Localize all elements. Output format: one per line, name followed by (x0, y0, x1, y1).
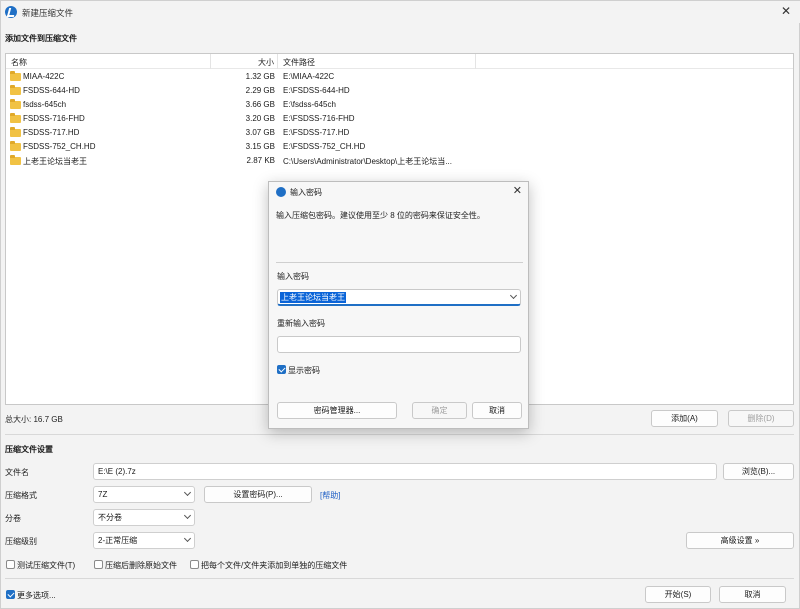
column-path[interactable]: 文件路径 (283, 57, 315, 68)
level-select[interactable]: 2-正常压缩 (93, 532, 195, 549)
reenter-password-input[interactable] (277, 336, 521, 353)
folder-icon (10, 85, 21, 95)
volume-select[interactable]: 不分卷 (93, 509, 195, 526)
chevron-down-icon (183, 534, 192, 543)
level-value: 2-正常压缩 (98, 536, 138, 545)
format-label: 压缩格式 (5, 491, 37, 500)
app-logo-icon (276, 187, 286, 197)
volume-label: 分卷 (5, 514, 21, 523)
title-bar: 新建压缩文件 ✕ (1, 1, 800, 23)
file-path: C:\Users\Administrator\Desktop\上老王论坛当... (283, 157, 452, 166)
folder-icon (10, 71, 21, 81)
file-size: 2.29 GB (245, 86, 275, 95)
show-password-checkbox[interactable] (277, 365, 286, 374)
file-size: 3.07 GB (245, 128, 275, 137)
reenter-password-label: 重新输入密码 (277, 319, 325, 328)
file-path: E:\fsdss-645ch (283, 100, 336, 109)
file-list-header: 名称 大小 文件路径 (6, 54, 793, 69)
more-options-label: 更多选项... (17, 591, 56, 600)
file-size: 2.87 KB (246, 156, 275, 165)
file-row[interactable]: fsdss-645ch 3.66 GB E:\fsdss-645ch (6, 98, 793, 112)
password-value: 上老王论坛当老王 (280, 292, 346, 303)
file-row[interactable]: FSDSS-717.HD 3.07 GB E:\FSDSS-717.HD (6, 126, 793, 140)
filename-input[interactable]: E:\E (2).7z (93, 463, 717, 480)
file-name: FSDSS-717.HD (23, 128, 80, 137)
column-divider[interactable] (277, 54, 278, 69)
show-password-label: 显示密码 (288, 366, 320, 375)
column-divider[interactable] (475, 54, 476, 69)
folder-icon (10, 113, 21, 123)
file-name: 上老王论坛当老王 (23, 157, 87, 166)
file-path: E:\FSDSS-752_CH.HD (283, 142, 366, 151)
file-row[interactable]: MIAA-422C 1.32 GB E:\MIAA-422C (6, 70, 793, 84)
folder-icon (10, 141, 21, 151)
file-name: FSDSS-716-FHD (23, 114, 85, 123)
close-icon[interactable]: ✕ (781, 4, 791, 18)
column-size[interactable]: 大小 (258, 57, 274, 68)
column-name[interactable]: 名称 (11, 57, 27, 68)
dialog-title: 输入密码 (290, 188, 322, 197)
format-select[interactable]: 7Z (93, 486, 195, 503)
more-options-checkbox[interactable] (6, 590, 15, 599)
add-button[interactable]: 添加(A) (651, 410, 718, 427)
file-size: 1.32 GB (245, 72, 275, 81)
set-password-button[interactable]: 设置密码(P)... (204, 486, 312, 503)
filename-label: 文件名 (5, 468, 29, 477)
remove-button[interactable]: 删除(D) (728, 410, 794, 427)
chevron-down-icon (183, 488, 192, 497)
cancel-button[interactable]: 取消 (719, 586, 786, 603)
ok-button[interactable]: 确定 (412, 402, 467, 419)
delete-after-checkbox[interactable] (94, 560, 103, 569)
separate-archives-label: 把每个文件/文件夹添加到单独的压缩文件 (201, 561, 348, 570)
column-divider[interactable] (210, 54, 211, 69)
folder-icon (10, 127, 21, 137)
password-combobox[interactable]: 上老王论坛当老王 (277, 289, 521, 306)
window-title: 新建压缩文件 (22, 8, 74, 18)
test-archive-label: 测试压缩文件(T) (17, 561, 76, 570)
volume-value: 不分卷 (98, 513, 122, 522)
dialog-cancel-button[interactable]: 取消 (472, 402, 522, 419)
file-size: 3.66 GB (245, 100, 275, 109)
start-button[interactable]: 开始(S) (645, 586, 711, 603)
file-name: MIAA-422C (23, 72, 65, 81)
chevron-down-icon[interactable] (509, 291, 518, 300)
app-logo-icon (5, 6, 17, 18)
dialog-description: 输入压缩包密码。建议使用至少 8 位的密码来保证安全性。 (276, 211, 485, 220)
file-row[interactable]: FSDSS-716-FHD 3.20 GB E:\FSDSS-716-FHD (6, 112, 793, 126)
files-section-label: 添加文件到压缩文件 (5, 34, 77, 43)
advanced-settings-button[interactable]: 高级设置 » (686, 532, 794, 549)
delete-after-label: 压缩后删除原始文件 (105, 561, 177, 570)
file-row[interactable]: FSDSS-644-HD 2.29 GB E:\FSDSS-644-HD (6, 84, 793, 98)
test-archive-checkbox[interactable] (6, 560, 15, 569)
folder-icon (10, 99, 21, 109)
password-label: 输入密码 (277, 272, 309, 281)
file-path: E:\MIAA-422C (283, 72, 335, 81)
file-row[interactable]: 上老王论坛当老王 2.87 KB C:\Users\Administrator\… (6, 154, 793, 168)
level-label: 压缩级别 (5, 537, 37, 546)
folder-icon (10, 155, 21, 165)
browse-button[interactable]: 浏览(B)... (723, 463, 794, 480)
file-path: E:\FSDSS-717.HD (283, 128, 350, 137)
separate-archives-checkbox[interactable] (190, 560, 199, 569)
help-link[interactable]: [帮助] (320, 490, 340, 501)
file-path: E:\FSDSS-716-FHD (283, 114, 355, 123)
password-dialog: 输入密码 ✕ 输入压缩包密码。建议使用至少 8 位的密码来保证安全性。 输入密码… (268, 181, 529, 429)
total-size: 总大小: 16.7 GB (5, 415, 63, 424)
divider (5, 578, 794, 579)
file-name: fsdss-645ch (23, 100, 67, 109)
divider (5, 434, 794, 435)
file-size: 3.15 GB (245, 142, 275, 151)
password-manager-button[interactable]: 密码管理器... (277, 402, 397, 419)
file-name: FSDSS-644-HD (23, 86, 80, 95)
file-path: E:\FSDSS-644-HD (283, 86, 350, 95)
close-icon[interactable]: ✕ (513, 184, 522, 197)
file-size: 3.20 GB (245, 114, 275, 123)
divider (276, 262, 523, 263)
file-row[interactable]: FSDSS-752_CH.HD 3.15 GB E:\FSDSS-752_CH.… (6, 140, 793, 154)
chevron-down-icon (183, 511, 192, 520)
format-value: 7Z (98, 490, 108, 499)
settings-section-label: 压缩文件设置 (5, 445, 53, 454)
file-name: FSDSS-752_CH.HD (23, 142, 96, 151)
